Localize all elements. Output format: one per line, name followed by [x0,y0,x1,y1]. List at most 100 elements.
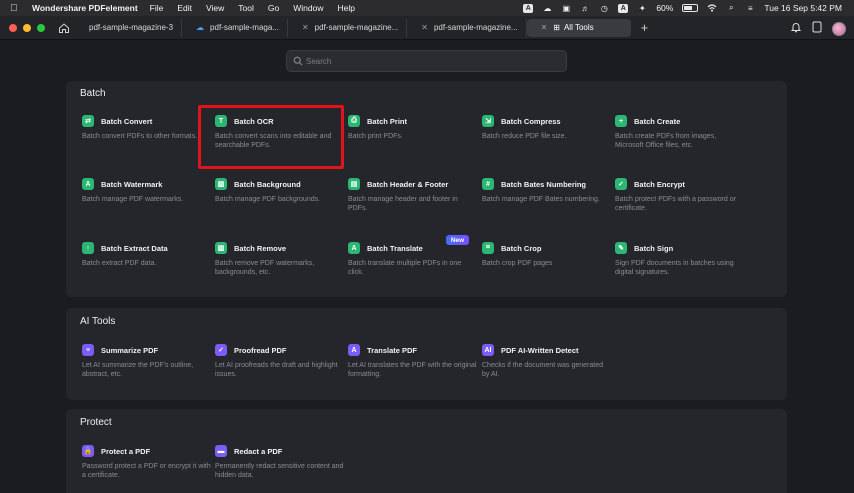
background-icon: ▨ [215,178,227,190]
clock-tray-icon[interactable]: ◷ [599,4,609,13]
control-center-icon[interactable]: ≡ [745,4,755,13]
zoom-window-button[interactable] [37,23,45,32]
crop-icon: ⌗ [482,242,494,254]
menu-tool[interactable]: Tool [238,3,254,13]
minimize-window-button[interactable] [23,23,31,32]
tool-name: Translate PDF [367,345,418,355]
apple-icon[interactable]:  [10,3,24,14]
tool-batch-header-footer[interactable]: ▤ Batch Header & Footer Batch manage heade… [348,178,476,213]
control-tray-icon[interactable]: ✦ [637,4,647,13]
pdfelement-tray-icon[interactable]: A [523,3,534,13]
wifi-icon[interactable] [707,4,717,13]
cloud-icon: ☁ [196,23,205,32]
hash-icon: # [482,178,494,190]
tool-name: Batch Print [367,116,408,126]
compress-icon: ⇲ [482,115,494,127]
tool-head: ⌗ Batch Crop [482,242,610,254]
tool-description: Batch convert PDFs to other formats. [82,133,198,140]
tool-pdf-ai-written-detect[interactable]: AI PDF AI-Written Detect Checks if the doc… [482,344,610,379]
battery-percent: 60% [656,3,674,13]
menu-edit[interactable]: Edit [177,3,192,13]
avatar[interactable] [832,22,846,36]
battery-icon[interactable] [682,4,699,12]
search-input[interactable]: Search [286,50,567,72]
app-name-menu[interactable]: Wondershare PDFelement [32,3,138,13]
tool-batch-encrypt[interactable]: ✓ Batch Encrypt Batch protect PDFs with a … [615,178,743,213]
tool-head: ↑ Batch Extract Data [82,242,210,254]
tool-description: Batch reduce PDF file size. [482,133,567,140]
tool-batch-create[interactable]: + Batch Create Batch create PDFs from imag… [615,115,743,150]
tool-head: ≡ Summarize PDF [82,344,210,356]
sound-tray-icon[interactable]: ♬ [580,4,590,13]
new-tab-button[interactable]: + [641,20,649,35]
tool-batch-sign[interactable]: ✎ Batch Sign Sign PDF documents in batches… [615,242,743,277]
tab-pdf-sample-magazine-b[interactable]: ✕ pdf-sample-magazine... [407,18,527,37]
menu-go[interactable]: Go [268,3,279,13]
onedrive-tray-icon[interactable]: ☁ [542,4,552,13]
tool-translate-pdf[interactable]: A Translate PDF Let AI translates the PDF … [348,344,476,379]
tool-description: Let AI proofreads the draft and highligh… [215,362,338,378]
tab-label: pdf-sample-magazine... [433,23,518,32]
tab-label: pdf-sample-magazine... [314,23,399,32]
tool-batch-extract-data[interactable]: ↑ Batch Extract Data Batch extract PDF dat… [82,242,210,268]
menu-view[interactable]: View [206,3,224,13]
close-window-button[interactable] [9,23,17,32]
tool-head: ⇄ Batch Convert [82,115,210,127]
status-tray: A ☁ ▣ ♬ ◷ A ✦ 60% ⌕ ≡ Tue 16 Sep 5:42 PM [523,0,842,16]
create-plus-icon: + [615,115,627,127]
tool-description: Batch remove PDF watermarks, backgrounds… [215,260,315,276]
translate-icon: A [348,242,360,254]
section-title-batch: Batch [80,88,106,99]
tool-batch-bates-numbering[interactable]: # Batch Bates Numbering Batch manage PDF B… [482,178,610,204]
spotlight-search-icon[interactable]: ⌕ [726,3,736,13]
tool-batch-compress[interactable]: ⇲ Batch Compress Batch reduce PDF file siz… [482,115,610,141]
clock-datetime[interactable]: Tue 16 Sep 5:42 PM [764,3,842,13]
tool-batch-print[interactable]: ⎙ Batch Print Batch print PDFs. [348,115,476,141]
tool-description: Let AI translates the PDF with the origi… [348,362,477,378]
tab-label: pdf-sample-magazine-3 [89,23,174,32]
tool-head: ▬ Redact a PDF [215,445,343,457]
tool-redact-a-pdf[interactable]: ▬ Redact a PDF Permanently redact sensitiv… [215,445,343,480]
tool-head: ✓ Proofread PDF [215,344,343,356]
tool-description: Batch print PDFs. [348,133,403,140]
tool-name: Batch Convert [101,116,153,126]
tool-name: Proofread PDF [234,345,287,355]
lock-icon: 🔒 [82,445,94,457]
tab-pdf-sample-magazine-3[interactable]: pdf-sample-magazine-3 [75,18,183,37]
tool-description: Batch manage header and footer in PDFs. [348,196,458,212]
tool-batch-background[interactable]: ▨ Batch Background Batch manage PDF backgr… [215,178,343,204]
menu-help[interactable]: Help [337,3,354,13]
tool-batch-crop[interactable]: ⌗ Batch Crop Batch crop PDF pages [482,242,610,268]
tool-description: Batch extract PDF data. [82,260,157,267]
tool-name: Batch Encrypt [634,179,685,189]
home-icon[interactable] [57,21,71,35]
tool-summarize-pdf[interactable]: ≡ Summarize PDF Let AI summarize the PDF's… [82,344,210,379]
tool-batch-translate[interactable]: A Batch Translate Batch translate multiple… [348,242,476,277]
tool-batch-watermark[interactable]: A Batch Watermark Batch manage PDF waterma… [82,178,210,204]
tab-pdf-sample-cloud[interactable]: ☁ pdf-sample-maga... [182,18,288,37]
menu-file[interactable]: File [150,3,164,13]
tool-batch-remove[interactable]: ▧ Batch Remove Batch remove PDF watermarks… [215,242,343,277]
device-icon[interactable] [812,20,822,38]
tool-head: ⎙ Batch Print [348,115,476,127]
keyboard-input-icon[interactable]: A [618,3,629,13]
tool-name: Batch Background [234,179,301,189]
tool-name: Summarize PDF [101,345,159,355]
shield-check-icon: ✓ [615,178,627,190]
tool-name: PDF AI-Written Detect [501,345,579,355]
close-tab-icon[interactable]: ✕ [302,23,309,32]
tool-description: Password protect a PDF or encrypt it wit… [82,463,211,479]
bell-icon[interactable] [790,20,802,38]
tool-name: Batch Create [634,116,681,126]
tool-proofread-pdf[interactable]: ✓ Proofread PDF Let AI proofreads the draf… [215,344,343,379]
tab-all-tools[interactable]: ✕ ⊞ All Tools [526,18,631,37]
tool-batch-convert[interactable]: ⇄ Batch Convert Batch convert PDFs to othe… [82,115,210,141]
highlight-box-batch-ocr [198,105,344,169]
tab-pdf-sample-magazine-a[interactable]: ✕ pdf-sample-magazine... [288,18,408,37]
close-tab-icon[interactable]: ✕ [541,23,548,32]
tool-head: 🔒 Protect a PDF [82,445,210,457]
close-tab-icon[interactable]: ✕ [421,23,428,32]
screen-tray-icon[interactable]: ▣ [561,4,571,13]
tool-protect-a-pdf[interactable]: 🔒 Protect a PDF Password protect a PDF or … [82,445,211,480]
menu-window[interactable]: Window [293,3,323,13]
